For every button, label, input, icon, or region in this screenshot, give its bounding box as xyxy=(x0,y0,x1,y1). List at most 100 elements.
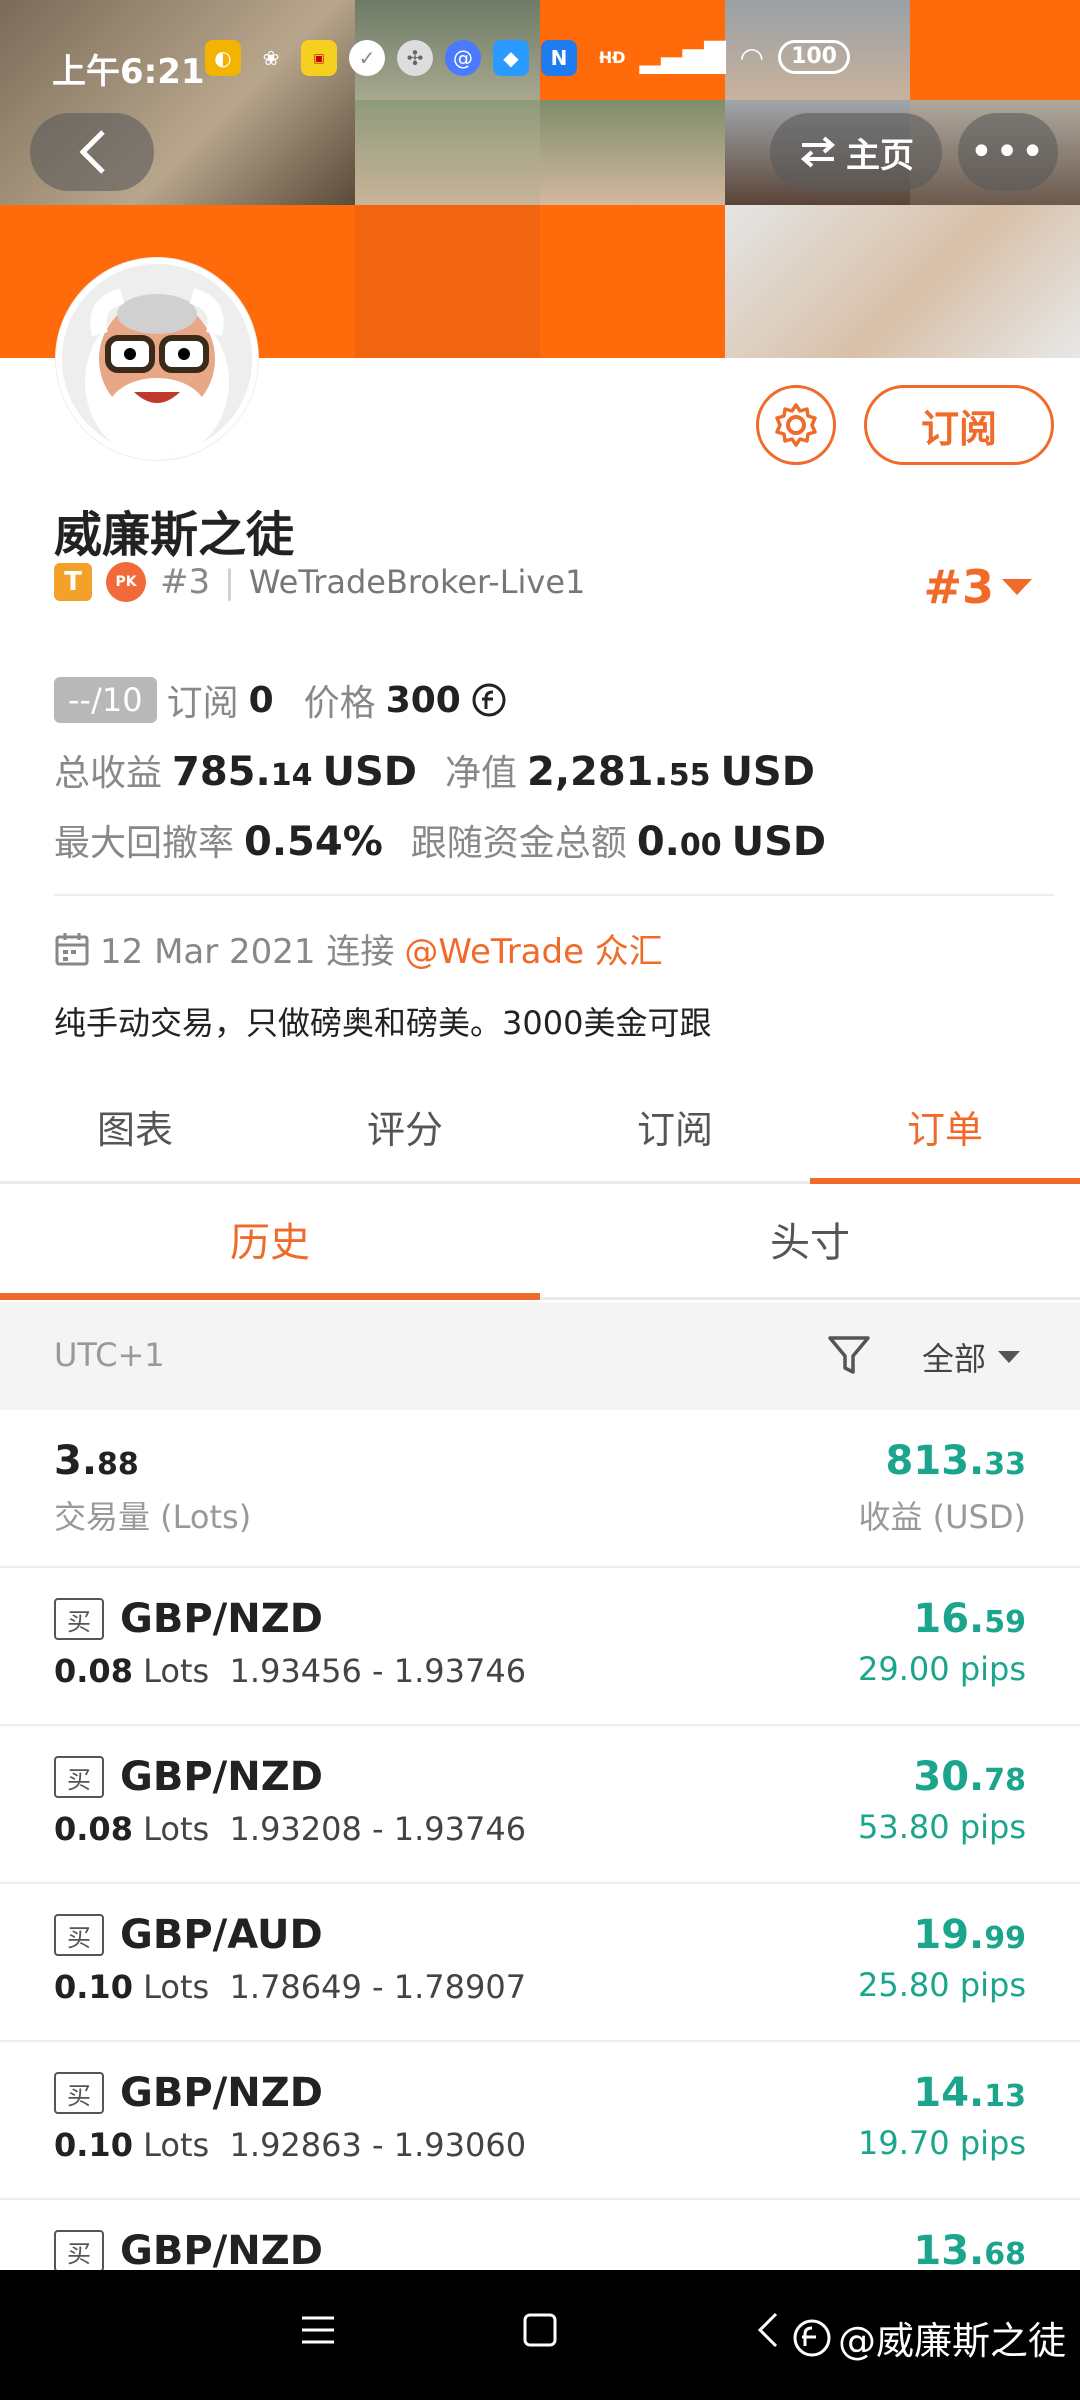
filter-all-dropdown[interactable]: 全部 xyxy=(922,1334,1021,1380)
profile-name: 威廉斯之徒 xyxy=(54,507,295,563)
connection-date: 12 Mar 2021 连接 xyxy=(100,932,395,972)
back-button[interactable] xyxy=(30,113,154,191)
order-profit: 19.99 xyxy=(913,1912,1026,1958)
system-nav-bar: @威廉斯之徒 xyxy=(0,2270,1080,2400)
avatar-image xyxy=(62,264,252,454)
app-icon: N xyxy=(541,40,577,76)
order-symbol: GBP/NZD xyxy=(120,2228,323,2274)
volume-label: 交易量 (Lots) xyxy=(54,1498,252,1536)
weibo-logo-icon xyxy=(793,2319,831,2356)
mini-program-icon: ▣ xyxy=(301,40,337,76)
orders-summary: 3.88 交易量 (Lots) 813.33 收益 (USD) xyxy=(0,1410,1080,1568)
filter-all-label: 全部 xyxy=(922,1340,987,1378)
profile-description: 纯手动交易，只做磅奥和磅美。3000美金可跟 xyxy=(54,1004,712,1042)
network-label: HD xyxy=(598,47,626,67)
order-detail: 0.10 Lots 1.92863 - 1.93060 xyxy=(54,2126,527,2164)
net-value-unit: USD xyxy=(720,749,815,795)
buy-tag: 买 xyxy=(54,1756,104,1798)
battery-icon: 100 xyxy=(778,40,850,74)
order-pips: 25.80 pips xyxy=(858,1966,1026,2004)
net-value-dec: 55 xyxy=(668,758,711,793)
subscribe-button[interactable]: 订阅 xyxy=(864,385,1054,465)
watermark-text: @威廉斯之徒 xyxy=(837,2319,1066,2363)
tab-chart[interactable]: 图表 xyxy=(0,1080,270,1181)
follow-funds-dec: 00 xyxy=(679,828,722,863)
buy-tag: 买 xyxy=(54,1598,104,1640)
order-detail: 0.08 Lots 1.93456 - 1.93746 xyxy=(54,1652,527,1690)
stats-row-3: 最大回撤率 0.54% 跟随资金总额 0.00 USD xyxy=(54,814,826,866)
tab-orders[interactable]: 订单 xyxy=(810,1080,1080,1184)
tab-positions[interactable]: 头寸 xyxy=(540,1190,1080,1297)
status-time: 上午6:21 xyxy=(52,52,205,92)
order-profit: 13.68 xyxy=(913,2228,1026,2274)
stats-row-1: --/10 订阅 0 价格 300 xyxy=(54,674,507,726)
home-square-icon[interactable] xyxy=(522,2310,558,2350)
order-row[interactable]: 买 GBP/NZD 0.08 Lots 1.93456 - 1.93746 16… xyxy=(0,1568,1080,1726)
check-icon: ✓ xyxy=(349,40,385,76)
connection-info: 12 Mar 2021 连接 @WeTrade 众汇 xyxy=(54,924,663,973)
sub-tabs: 历史 头寸 xyxy=(0,1190,1080,1300)
max-drawdown-label: 最大回撤率 xyxy=(54,823,235,864)
buy-tag: 买 xyxy=(54,2230,104,2272)
subscribe-count-label: 订阅 xyxy=(166,683,239,724)
banner-orange-block xyxy=(540,205,725,358)
broker-name: WeTradeBroker-Live1 xyxy=(248,563,586,601)
order-detail: 0.10 Lots 1.78649 - 1.78907 xyxy=(54,1968,527,2006)
order-symbol: GBP/AUD xyxy=(120,1912,323,1958)
order-symbol: GBP/NZD xyxy=(120,2070,323,2116)
profit-label: 收益 (USD) xyxy=(858,1498,1026,1536)
order-symbol: GBP/NZD xyxy=(120,1754,323,1800)
total-profit-int: 785. xyxy=(172,749,271,795)
triangle-down-icon xyxy=(1002,579,1032,595)
chevron-left-icon xyxy=(79,130,105,174)
score-badge: --/10 xyxy=(54,677,157,723)
filter-icon[interactable] xyxy=(826,1332,872,1378)
rank-value: #3 xyxy=(923,560,994,614)
meta-divider: | xyxy=(224,563,235,601)
trader-badge: T xyxy=(54,563,92,601)
triangle-down-icon xyxy=(998,1351,1021,1363)
pk-badge: PK xyxy=(106,562,146,602)
order-pips: 29.00 pips xyxy=(858,1650,1026,1688)
tab-rating[interactable]: 评分 xyxy=(270,1080,540,1181)
total-profit-label: 总收益 xyxy=(54,753,163,794)
price-label: 价格 xyxy=(303,683,376,724)
coin-icon xyxy=(472,683,506,717)
status-bar: 上午6:21 ◐ ❀ ▣ ✓ ✣ @ ◆ N ··· HD ▂▄▆█ ◠ 100 xyxy=(0,0,1080,130)
section-divider xyxy=(54,894,1054,896)
order-detail: 0.08 Lots 1.93208 - 1.93746 xyxy=(54,1810,527,1848)
order-row[interactable]: 买 GBP/AUD 0.10 Lots 1.78649 - 1.78907 19… xyxy=(0,1884,1080,2042)
subscribe-count: 0 xyxy=(248,679,274,721)
app-icon: ◆ xyxy=(493,40,529,76)
order-profit: 30.78 xyxy=(913,1754,1026,1800)
swap-icon xyxy=(800,136,836,168)
qq-icon: ◐ xyxy=(205,40,241,76)
menu-icon[interactable] xyxy=(300,2310,336,2350)
total-profit-summary: 813.33 xyxy=(885,1438,1026,1484)
app-icon: @ xyxy=(445,40,481,76)
buy-tag: 买 xyxy=(54,1914,104,1956)
home-button[interactable]: 主页 xyxy=(770,113,942,191)
settings-button[interactable] xyxy=(756,385,836,465)
more-button[interactable]: ••• xyxy=(958,113,1058,191)
stats-row-2: 总收益 785.14 USD 净值 2,281.55 USD xyxy=(54,744,815,796)
follow-funds-label: 跟随资金总额 xyxy=(410,823,627,864)
rank-dropdown[interactable]: #3 xyxy=(923,560,1032,614)
system-status: HD ▂▄▆█ ◠ 100 xyxy=(599,40,850,74)
filter-bar: UTC+1 全部 xyxy=(0,1302,1080,1410)
tab-history[interactable]: 历史 xyxy=(0,1190,540,1300)
price-value: 300 xyxy=(385,679,461,721)
avatar[interactable] xyxy=(56,258,258,460)
order-pips: 19.70 pips xyxy=(858,2124,1026,2162)
rank-label: #3 xyxy=(160,562,211,602)
order-profit: 16.59 xyxy=(913,1596,1026,1642)
broker-link[interactable]: @WeTrade 众汇 xyxy=(404,924,662,973)
order-row[interactable]: 买 GBP/NZD 0.08 Lots 1.93208 - 1.93746 30… xyxy=(0,1726,1080,1884)
order-row[interactable]: 买 GBP/NZD 0.10 Lots 1.92863 - 1.93060 14… xyxy=(0,2042,1080,2200)
banner-photo-8 xyxy=(725,205,1080,358)
back-nav-icon[interactable] xyxy=(756,2310,780,2350)
app-icon: ✣ xyxy=(397,40,433,76)
tab-subscribe[interactable]: 订阅 xyxy=(540,1080,810,1181)
order-profit: 14.13 xyxy=(913,2070,1026,2116)
watermark: @威廉斯之徒 xyxy=(792,2310,1066,2365)
